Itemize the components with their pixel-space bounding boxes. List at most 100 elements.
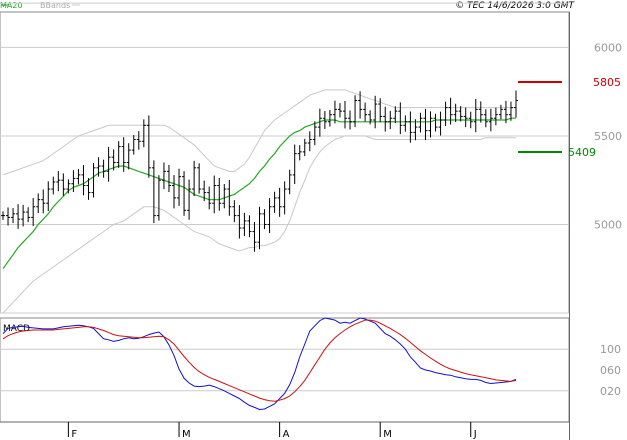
price-bar — [428, 111, 433, 138]
price-bar — [156, 175, 161, 221]
price-bar — [106, 146, 111, 182]
price-bar — [287, 169, 292, 195]
price-bar — [473, 98, 478, 133]
price-bar — [151, 160, 156, 224]
price-bar — [212, 175, 217, 214]
resistance-level-label: 5805 — [593, 76, 621, 89]
price-bar — [101, 159, 106, 178]
support-level-label: 5409 — [568, 146, 596, 159]
price-bar — [262, 209, 267, 230]
price-bar — [166, 164, 171, 192]
price-bar — [343, 100, 347, 129]
price-bar — [192, 160, 197, 197]
price-bar — [177, 168, 182, 206]
price-bar — [61, 173, 66, 196]
macd-y-tick-label: 100 — [600, 343, 621, 356]
price-bar — [51, 176, 56, 195]
price-bar — [277, 187, 282, 217]
price-bar — [463, 107, 468, 128]
price-bar — [11, 208, 16, 224]
price-bar — [292, 144, 297, 185]
price-bar — [348, 110, 353, 130]
price-bar — [297, 145, 302, 161]
macd-gridlines — [0, 348, 569, 392]
price-bar — [388, 110, 393, 130]
price-bar — [21, 204, 26, 227]
price-bar — [267, 198, 272, 234]
price-bar — [141, 119, 146, 148]
price-bar — [36, 193, 41, 214]
price-bar — [423, 108, 428, 140]
x-axis: FMAMJ — [0, 421, 569, 440]
x-axis-label: A — [283, 429, 290, 440]
price-bar — [187, 179, 192, 220]
price-bar — [327, 109, 332, 127]
price-bar — [222, 183, 227, 209]
price-bar — [136, 131, 141, 150]
macd-panel-frame — [0, 317, 570, 423]
price-y-tick-label: 5500 — [594, 130, 622, 143]
price-bar — [131, 135, 136, 155]
price-bar — [237, 205, 242, 239]
price-bar — [76, 169, 81, 185]
x-axis-label: J — [473, 429, 477, 440]
price-bar — [6, 207, 11, 226]
price-bar — [458, 106, 463, 122]
chart-canvas: MA20 BBands © TEC 14/6/2026 3:0 GMT 6000… — [0, 1, 622, 440]
price-bar — [161, 162, 166, 190]
price-bar — [91, 162, 96, 198]
price-bar — [217, 177, 222, 211]
price-bar — [408, 111, 413, 143]
x-axis-label: F — [71, 429, 77, 440]
price-bar — [182, 171, 187, 216]
price-bar — [126, 143, 131, 170]
ma20-legend-label: MA20 — [0, 1, 23, 10]
bbands-legend-label: BBands — [40, 1, 70, 10]
bb-upper-line — [2, 89, 516, 176]
price-bar — [81, 165, 86, 196]
price-bar — [438, 111, 443, 136]
price-bar — [1, 211, 5, 220]
price-bar — [16, 204, 21, 229]
price-bar — [56, 170, 61, 192]
price-bar — [498, 104, 503, 120]
copyright-label: © TEC 14/6/2026 3:0 GMT — [455, 1, 575, 11]
price-bar — [483, 109, 488, 128]
price-bar — [418, 112, 423, 133]
price-bar — [453, 103, 458, 123]
price-bar — [116, 141, 121, 168]
price-bar — [172, 175, 176, 209]
price-bar — [383, 106, 388, 132]
macd-series — [2, 317, 517, 411]
stock-chart: MA20 BBands © TEC 14/6/2026 3:0 GMT 6000… — [0, 0, 627, 440]
price-bar — [272, 191, 277, 213]
price-bar — [514, 90, 518, 118]
price-bar — [312, 121, 317, 146]
price-bar — [197, 163, 202, 194]
price-bar — [307, 131, 312, 152]
price-y-tick-label: 5000 — [594, 218, 622, 231]
x-axis-label: M — [182, 429, 191, 440]
bollinger-bands — [2, 89, 516, 314]
x-axis-label: M — [383, 429, 392, 440]
price-bar — [26, 207, 31, 223]
price-bar — [207, 186, 212, 210]
macd-y-tick-label: 020 — [600, 385, 621, 398]
price-bar — [247, 215, 252, 238]
price-gridlines — [0, 2, 569, 314]
price-bar — [363, 102, 368, 122]
price-y-axis: 6000 5500 5000 — [594, 41, 622, 231]
macd-y-tick-label: 060 — [600, 364, 621, 377]
price-bar — [433, 113, 438, 132]
price-bar — [66, 179, 71, 194]
price-bar — [227, 180, 232, 216]
price-bar — [257, 206, 262, 250]
price-bar — [232, 200, 237, 223]
macd-series-signal — [2, 319, 517, 402]
price-bar — [146, 115, 151, 178]
price-bar — [31, 198, 36, 227]
price-bar — [403, 115, 408, 132]
price-bar — [337, 103, 342, 118]
price-bar — [282, 181, 287, 215]
price-bar — [41, 189, 46, 214]
